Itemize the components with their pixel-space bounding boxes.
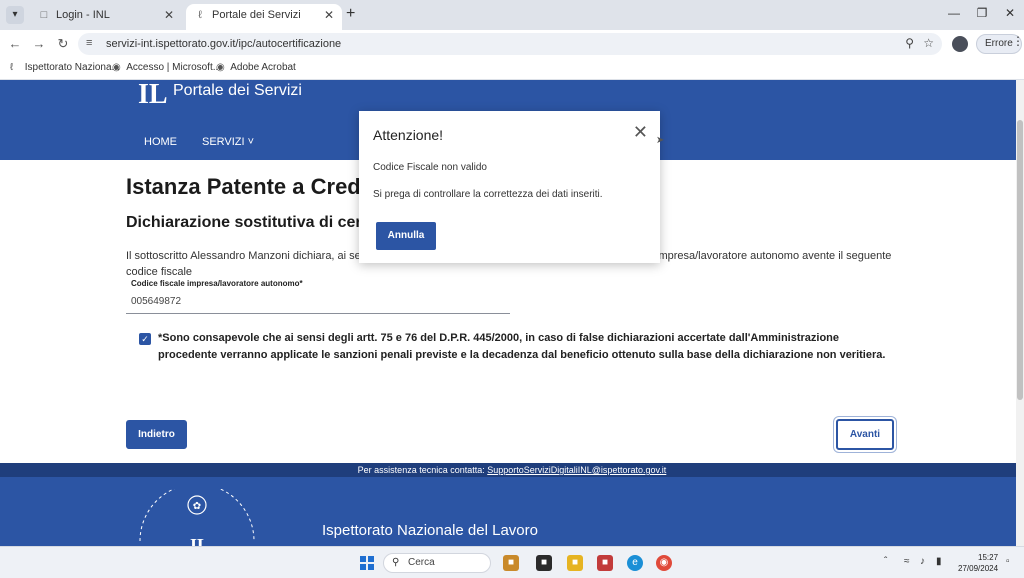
edge-browser-icon[interactable]: e xyxy=(627,555,643,571)
page-title: Istanza Patente a Crediti xyxy=(126,174,366,199)
bookmark-label: Adobe Acrobat xyxy=(230,62,296,73)
battery-icon[interactable]: ▮ xyxy=(936,556,942,567)
forward-icon[interactable]: → xyxy=(30,36,48,51)
bookmark-star-icon[interactable]: ☆ xyxy=(923,36,934,50)
declaration-text: *Sono consapevole che ai sensi degli art… xyxy=(158,332,886,361)
bookmark-label: Accesso | Microsoft... xyxy=(126,62,222,73)
taskbar-clock[interactable]: 15:27 27/09/2024 xyxy=(958,552,998,574)
tab-title: Login - INL xyxy=(56,9,110,21)
intro-text-right: impresa/lavoratore autonomo avente il se… xyxy=(656,250,892,262)
intro-text-line2: codice fiscale xyxy=(126,266,193,278)
close-icon[interactable]: ✕ xyxy=(633,123,648,141)
restore-icon[interactable]: ❐ xyxy=(972,6,992,20)
bookmarks-bar: ℓ Ispettorato Naziona... ◉ Accesso | Mic… xyxy=(0,58,1024,80)
chevron-up-icon[interactable]: ˆ xyxy=(884,556,887,567)
windows-taskbar: ⚲ Cerca ■ ■ ■ ■ e ◉ ˆ ≈ ♪ ▮ 15:27 27/09/… xyxy=(0,546,1024,578)
profile-avatar[interactable] xyxy=(952,36,968,52)
page-icon: □ xyxy=(40,9,48,21)
taskbar-search-label: Cerca xyxy=(408,557,435,568)
scrollbar-thumb[interactable] xyxy=(1017,120,1023,400)
support-email-link[interactable]: SupportoServiziDigitaliINL@ispettorato.g… xyxy=(487,465,666,475)
bookmark-label: Ispettorato Naziona... xyxy=(24,62,120,73)
bookmark-microsoft[interactable]: ◉ Accesso | Microsoft... xyxy=(112,62,221,73)
clock-date: 27/09/2024 xyxy=(958,564,999,573)
tab-title: Portale dei Servizi xyxy=(212,9,301,21)
mouse-cursor-icon: ➤ xyxy=(656,135,665,146)
codice-fiscale-label: Codice fiscale impresa/lavoratore autono… xyxy=(131,279,303,288)
intro-text-left: Il sottoscritto Alessandro Manzoni dichi… xyxy=(126,250,375,262)
bookmark-adobe[interactable]: ◉ Adobe Acrobat xyxy=(216,62,296,73)
tab-portale-servizi[interactable]: ℓ Portale dei Servizi ✕ xyxy=(186,4,342,30)
tab-search-button[interactable]: ▾ xyxy=(6,6,24,24)
inl-favicon-icon: ℓ xyxy=(10,62,14,73)
screen: ▾ □ Login - INL ✕ ℓ Portale dei Servizi … xyxy=(0,0,1024,578)
back-icon[interactable]: ← xyxy=(6,36,24,51)
new-tab-button[interactable]: + xyxy=(346,5,355,23)
support-prefix: Per assistenza tecnica contatta: xyxy=(357,465,488,475)
back-button[interactable]: Indietro xyxy=(126,420,187,449)
globe-icon: ◉ xyxy=(112,62,121,73)
start-button[interactable] xyxy=(360,556,374,570)
address-bar[interactable]: ≡ servizi-int.ispettorato.gov.it/ipc/aut… xyxy=(78,33,942,55)
browser-toolbar: ← → ↻ ≡ servizi-int.ispettorato.gov.it/i… xyxy=(0,30,1024,58)
globe-icon: ◉ xyxy=(216,62,225,73)
briefcase-app-icon[interactable]: ■ xyxy=(503,555,519,571)
inl-seal-logo: ✿ IL xyxy=(139,489,255,546)
inl-favicon-icon: ℓ xyxy=(198,9,202,21)
page-subtitle: Dichiarazione sostitutiva di certificazi… xyxy=(126,214,366,231)
wifi-icon[interactable]: ≈ xyxy=(904,556,910,567)
cancel-button[interactable]: Annulla xyxy=(376,222,436,250)
notification-icon[interactable]: ▫ xyxy=(1006,556,1010,567)
taskbar-search[interactable]: ⚲ Cerca xyxy=(383,553,491,573)
declaration-checkbox[interactable]: ✓ xyxy=(139,333,151,345)
volume-icon[interactable]: ♪ xyxy=(920,556,925,567)
bookmark-ispettorato[interactable]: ℓ Ispettorato Naziona... xyxy=(10,62,120,73)
reload-icon[interactable]: ↻ xyxy=(54,36,72,52)
dialog-message: Codice Fiscale non valido xyxy=(373,162,487,173)
svg-text:✿: ✿ xyxy=(193,501,201,512)
alert-dialog: Attenzione! ✕ Codice Fiscale non valido … xyxy=(359,111,660,263)
site-footer: ✿ IL Ispettorato Nazionale del Lavoro xyxy=(0,477,1024,546)
dialog-message-detail: Si prega di controllare la correttezza d… xyxy=(373,189,603,200)
search-icon: ⚲ xyxy=(392,557,400,568)
support-bar: Per assistenza tecnica contatta: Support… xyxy=(0,463,1024,477)
nav-servizi[interactable]: SERVIZI ˅ xyxy=(202,136,254,148)
codice-fiscale-input[interactable] xyxy=(126,290,510,314)
minimize-icon[interactable]: — xyxy=(944,6,964,20)
browser-tab-strip: ▾ □ Login - INL ✕ ℓ Portale dei Servizi … xyxy=(0,0,1024,30)
file-explorer-icon[interactable]: ■ xyxy=(567,555,583,571)
site-info-icon[interactable]: ≡ xyxy=(86,37,92,49)
footer-title: Ispettorato Nazionale del Lavoro xyxy=(322,522,538,539)
tab-login-inl[interactable]: □ Login - INL ✕ xyxy=(30,4,182,30)
zoom-icon[interactable]: ⚲ xyxy=(905,36,914,50)
security-app-icon[interactable]: ■ xyxy=(597,555,613,571)
next-button[interactable]: Avanti xyxy=(836,419,894,450)
close-tab-icon[interactable]: ✕ xyxy=(324,4,334,26)
dialog-title: Attenzione! xyxy=(373,127,444,143)
portal-title[interactable]: Portale dei Servizi xyxy=(173,82,302,100)
inl-logo[interactable]: IL xyxy=(138,80,170,116)
clock-time: 15:27 xyxy=(978,553,999,562)
svg-text:IL: IL xyxy=(190,535,209,546)
web-page: IL Portale dei Servizi HOME SERVIZI ˅ Is… xyxy=(0,80,1024,546)
url-text: servizi-int.ispettorato.gov.it/ipc/autoc… xyxy=(106,38,342,50)
close-tab-icon[interactable]: ✕ xyxy=(164,4,174,26)
terminal-app-icon[interactable]: ■ xyxy=(536,555,552,571)
close-window-icon[interactable]: ✕ xyxy=(1000,6,1020,20)
chrome-browser-icon[interactable]: ◉ xyxy=(656,555,672,571)
page-scrollbar[interactable] xyxy=(1016,80,1024,546)
browser-menu-icon[interactable]: ⋮ xyxy=(1012,34,1024,48)
nav-home[interactable]: HOME xyxy=(144,136,177,148)
